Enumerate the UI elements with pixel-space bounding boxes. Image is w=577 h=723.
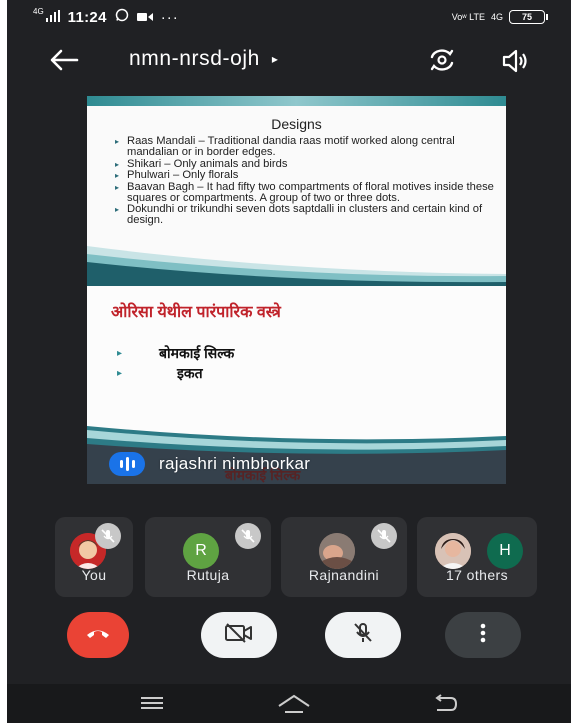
slide-top-band bbox=[87, 96, 506, 106]
slide-orissa: ओरिसा येथील पारंपारिक वस्त्रे ▸ बोमकाई स… bbox=[87, 286, 506, 484]
switch-camera-icon[interactable] bbox=[425, 46, 459, 74]
participant-name: Rajnandini bbox=[308, 567, 380, 583]
battery-level: 75 bbox=[521, 12, 532, 22]
whatsapp-icon bbox=[115, 8, 129, 26]
meeting-code[interactable]: nmn-nrsd-ojh ▸ bbox=[129, 47, 279, 71]
system-nav-bar bbox=[7, 684, 571, 723]
home-icon[interactable] bbox=[277, 694, 311, 719]
meeting-app-bar: nmn-nrsd-ojh ▸ bbox=[7, 38, 571, 82]
clock: 11:24 bbox=[67, 8, 107, 26]
participant-tile-you[interactable]: You bbox=[55, 517, 133, 597]
slide2-arrow: ▸ bbox=[117, 368, 123, 379]
participant-tile-rutuja[interactable]: R Rutuja bbox=[145, 517, 271, 597]
volte-label: Voʷ LTE bbox=[451, 12, 485, 22]
video-icon bbox=[136, 9, 153, 26]
network-right-label: 4G bbox=[490, 12, 503, 22]
participant-name: 17 others bbox=[446, 567, 508, 583]
back-nav-icon[interactable] bbox=[431, 694, 459, 719]
participant-tile-rajnandini[interactable]: Rajnandini bbox=[281, 517, 407, 597]
network-type-label: 4G bbox=[33, 6, 44, 16]
meet-screen: 4G 11:24 ··· Voʷ LTE 4G 75 nmn-nrsd-ojh … bbox=[7, 0, 571, 723]
meeting-code-text: nmn-nrsd-ojh bbox=[129, 47, 260, 70]
battery-indicator: 75 bbox=[509, 10, 548, 24]
call-controls bbox=[7, 612, 571, 662]
slide-bullet-list: Raas Mandali – Traditional dandia raas m… bbox=[115, 135, 495, 227]
participant-name: Rutuja bbox=[186, 567, 230, 583]
presenter-label: rajashri nimbhorkar bbox=[109, 452, 310, 476]
mic-muted-icon bbox=[95, 523, 121, 549]
mic-muted-icon bbox=[371, 523, 397, 549]
slide-wave-decoration bbox=[87, 246, 506, 286]
mic-muted-icon bbox=[235, 523, 261, 549]
slide2-arrow: ▸ bbox=[117, 348, 123, 359]
caret-right-icon: ▸ bbox=[271, 52, 279, 66]
slide2-item: बोमकाई सिल्क bbox=[159, 345, 235, 361]
slide-bullet: Shikari – Only animals and birds bbox=[115, 158, 495, 170]
slide2-item: इकत bbox=[177, 365, 203, 381]
presenter-name: rajashri nimbhorkar bbox=[159, 454, 311, 473]
slide-bullet: Phulwari – Only florals bbox=[115, 169, 495, 181]
presentation-view[interactable]: Designs Raas Mandali – Traditional dandi… bbox=[87, 96, 506, 484]
slide-bullet: Baavan Bagh – It had fifty two compartme… bbox=[115, 181, 495, 204]
status-bar: 4G 11:24 ··· Voʷ LTE 4G 75 bbox=[7, 0, 571, 34]
end-call-icon bbox=[85, 626, 111, 645]
slide-bullet: Dokundhi or trikundhi seven dots saptdal… bbox=[115, 203, 495, 226]
more-notifications-icon: ··· bbox=[160, 8, 179, 26]
status-right: Voʷ LTE 4G 75 bbox=[451, 10, 548, 24]
slide-designs: Designs Raas Mandali – Traditional dandi… bbox=[87, 96, 506, 286]
end-call-button[interactable] bbox=[67, 612, 129, 658]
back-arrow-icon[interactable] bbox=[49, 48, 79, 72]
more-options-button[interactable] bbox=[445, 612, 521, 658]
slide2-title: ओरिसा येथील पारंपारिक वस्त्रे bbox=[111, 304, 281, 321]
camera-toggle-button[interactable] bbox=[201, 612, 277, 658]
more-vert-icon bbox=[480, 623, 486, 648]
participant-strip: You R Rutuja Rajnandini H 17 others bbox=[55, 517, 537, 597]
avatar: H bbox=[487, 533, 523, 569]
mic-off-icon bbox=[351, 621, 375, 650]
slide-bullet: Raas Mandali – Traditional dandia raas m… bbox=[115, 135, 495, 158]
participant-name: You bbox=[81, 567, 107, 583]
mic-toggle-button[interactable] bbox=[325, 612, 401, 658]
avatar bbox=[319, 533, 355, 569]
camera-off-icon bbox=[223, 622, 255, 649]
speaker-icon[interactable] bbox=[501, 48, 531, 74]
recents-menu-icon[interactable] bbox=[139, 694, 165, 717]
audio-level-icon bbox=[109, 452, 145, 476]
avatar: R bbox=[183, 533, 219, 569]
status-left: 4G 11:24 ··· bbox=[33, 6, 179, 26]
slide-title: Designs bbox=[271, 116, 322, 132]
signal-icon bbox=[45, 9, 60, 26]
avatar bbox=[435, 533, 471, 569]
participant-tile-others[interactable]: H 17 others bbox=[417, 517, 537, 597]
